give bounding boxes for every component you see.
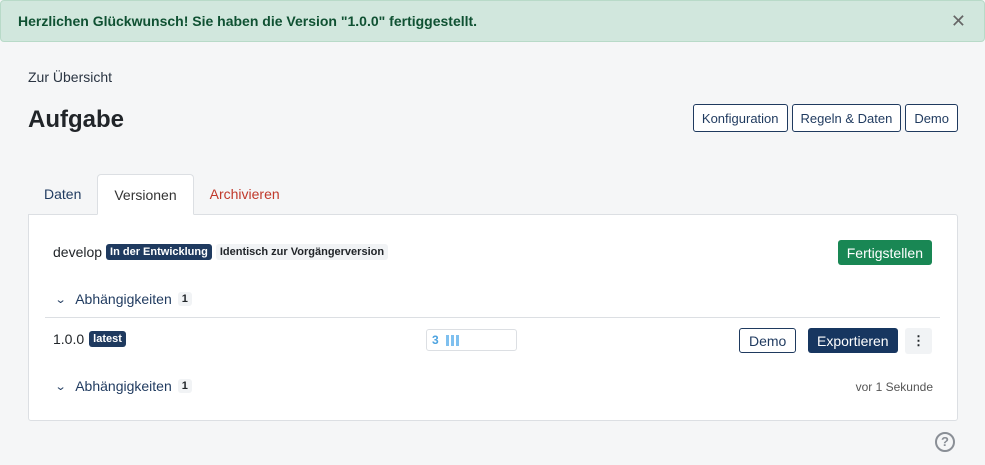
develop-version-row: develop In der Entwicklung Identisch zur… bbox=[53, 244, 389, 260]
page-title: Aufgabe bbox=[28, 106, 124, 133]
release-dependencies-toggle[interactable]: ⌄ Abhängigkeiten 1 bbox=[54, 378, 192, 394]
back-to-overview-link[interactable]: Zur Übersicht bbox=[28, 69, 112, 85]
identical-badge: Identisch zur Vorgängerversion bbox=[215, 244, 389, 260]
tab-versions[interactable]: Versionen bbox=[97, 174, 194, 215]
chevron-down-icon: ⌄ bbox=[54, 380, 67, 393]
more-options-icon[interactable]: ⋮ bbox=[905, 328, 932, 354]
dependencies-count: 1 bbox=[177, 292, 192, 306]
header-toolbar: Konfiguration Regeln & Daten Demo bbox=[692, 104, 958, 132]
latest-badge: latest bbox=[89, 331, 126, 347]
release-version-name: 1.0.0 bbox=[53, 331, 85, 347]
release-timestamp: vor 1 Sekunde bbox=[855, 380, 933, 394]
usage-indicator: 3 bbox=[426, 329, 517, 351]
dependencies-count: 1 bbox=[177, 379, 192, 393]
in-development-badge: In der Entwicklung bbox=[106, 244, 212, 260]
usage-bars-icon bbox=[445, 334, 459, 346]
tab-archive[interactable]: Archivieren bbox=[194, 174, 296, 215]
dependencies-label: Abhängigkeiten bbox=[75, 291, 172, 307]
tab-bar: Daten Versionen Archivieren bbox=[28, 174, 296, 215]
tab-data[interactable]: Daten bbox=[28, 174, 97, 215]
export-button[interactable]: Exportieren bbox=[808, 328, 898, 353]
release-demo-button[interactable]: Demo bbox=[739, 328, 797, 353]
develop-dependencies-toggle[interactable]: ⌄ Abhängigkeiten 1 bbox=[54, 291, 192, 307]
configuration-button[interactable]: Konfiguration bbox=[692, 104, 788, 132]
versions-panel: develop In der Entwicklung Identisch zur… bbox=[28, 214, 958, 421]
close-icon[interactable]: ✕ bbox=[951, 12, 966, 30]
success-alert: Herzlichen Glückwunsch! Sie haben die Ve… bbox=[0, 0, 985, 42]
release-version-row: 1.0.0 latest bbox=[53, 331, 126, 347]
finish-button[interactable]: Fertigstellen bbox=[837, 240, 932, 265]
dependencies-label: Abhängigkeiten bbox=[75, 378, 172, 394]
divider bbox=[45, 317, 940, 318]
alert-message: Herzlichen Glückwunsch! Sie haben die Ve… bbox=[18, 13, 478, 29]
chevron-down-icon: ⌄ bbox=[54, 293, 67, 306]
rules-data-button[interactable]: Regeln & Daten bbox=[791, 104, 902, 132]
help-icon[interactable]: ? bbox=[935, 432, 955, 452]
usage-count: 3 bbox=[432, 333, 439, 347]
header-demo-button[interactable]: Demo bbox=[905, 104, 958, 132]
develop-version-name: develop bbox=[53, 244, 103, 260]
